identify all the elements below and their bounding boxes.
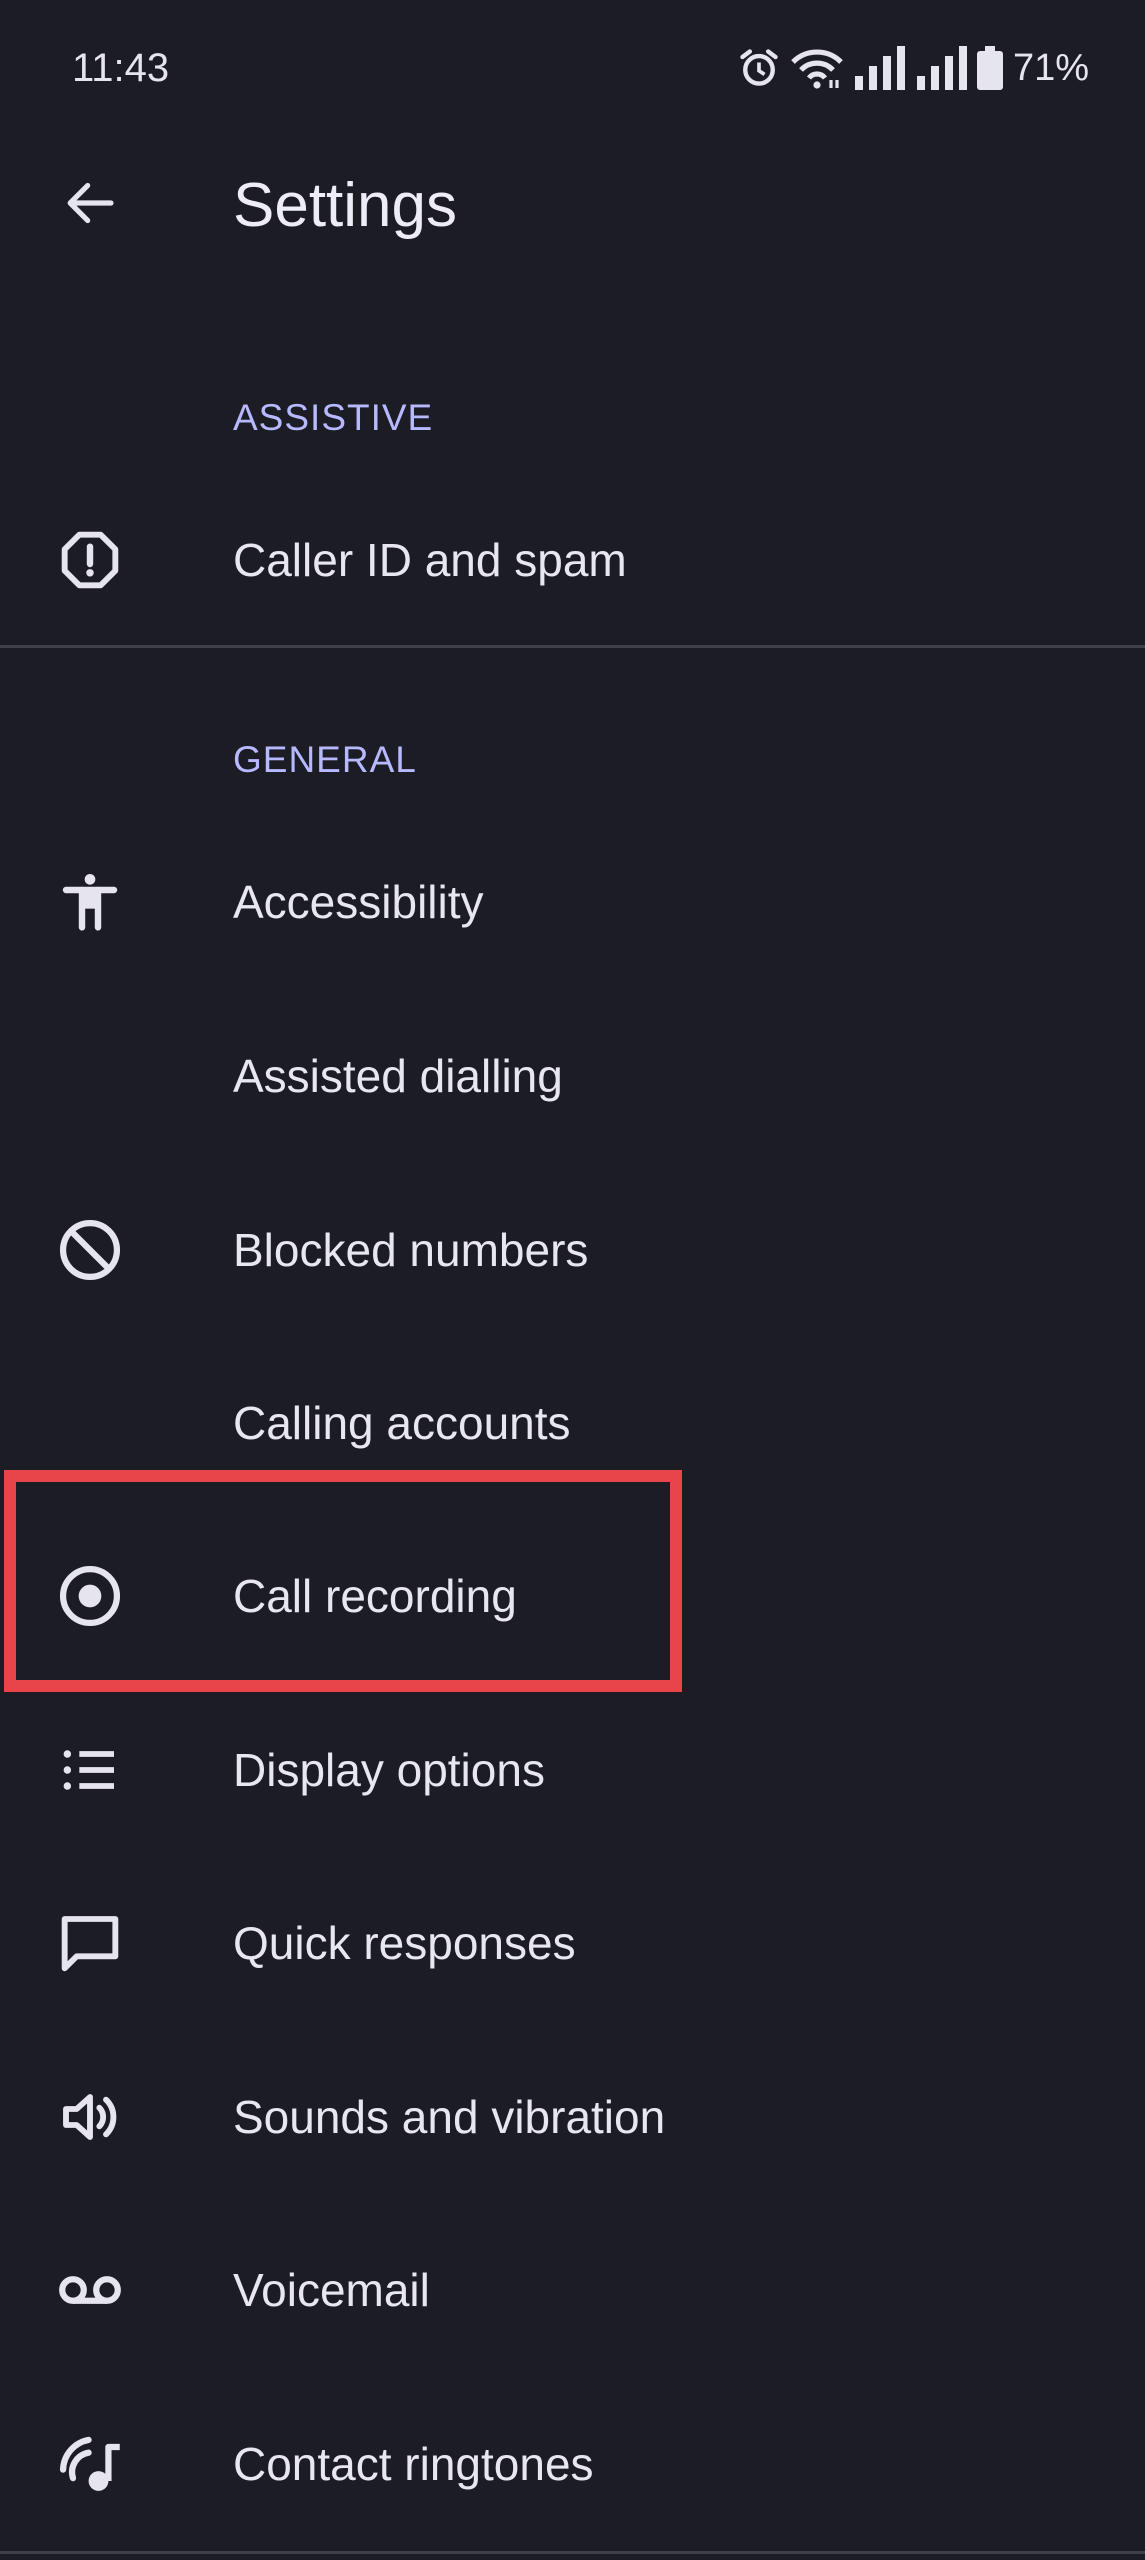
- section-header-assistive: ASSISTIVE: [233, 397, 434, 438]
- settings-item-label: Assisted dialling: [233, 1050, 563, 1102]
- signal-icon: [915, 46, 967, 90]
- ringtone-icon: [52, 2426, 128, 2502]
- settings-item-label: Caller ID and spam: [233, 534, 627, 586]
- alarm-icon: [737, 46, 781, 90]
- arrow-back-icon: [62, 175, 118, 236]
- settings-item-assisted-dialling[interactable]: Assisted dialling: [0, 989, 1145, 1163]
- bottom-divider: [0, 2551, 1145, 2554]
- battery-percent: 71%: [1012, 47, 1089, 89]
- status-bar: 11:43 71%: [0, 0, 1145, 140]
- settings-item-quick-responses[interactable]: Quick responses: [0, 1856, 1145, 2030]
- settings-item-accessibility[interactable]: Accessibility: [0, 815, 1145, 989]
- settings-item-label: Voicemail: [233, 2264, 430, 2316]
- block-icon: [52, 1212, 128, 1288]
- settings-item-label: Sounds and vibration: [233, 2091, 666, 2143]
- page-title: Settings: [233, 171, 458, 240]
- settings-item-label: Accessibility: [233, 876, 484, 928]
- list-icon: [52, 1732, 128, 1808]
- signal-icon: [853, 46, 905, 90]
- settings-item-label: Call recording: [233, 1570, 517, 1622]
- battery-icon: [976, 46, 1003, 90]
- chat-bubble-icon: [52, 1905, 128, 1981]
- section-divider: [0, 645, 1145, 648]
- settings-item-calling-accounts[interactable]: Calling accounts: [0, 1336, 1145, 1510]
- back-button[interactable]: [40, 160, 140, 250]
- settings-item-contact-ringtones[interactable]: Contact ringtones: [0, 2377, 1145, 2551]
- settings-item-sounds-and-vibration[interactable]: Sounds and vibration: [0, 2030, 1145, 2204]
- settings-item-display-options[interactable]: Display options: [0, 1683, 1145, 1857]
- accessibility-icon: [52, 864, 128, 940]
- wifi-icon: [791, 46, 843, 90]
- record-icon: [52, 1558, 128, 1634]
- settings-item-label: Quick responses: [233, 1917, 576, 1969]
- settings-item-call-recording[interactable]: Call recording: [0, 1509, 1145, 1683]
- section-header-general: GENERAL: [233, 739, 417, 780]
- settings-item-caller-id-and-spam[interactable]: Caller ID and spam: [0, 473, 1145, 647]
- report-octagon-icon: [52, 522, 128, 598]
- settings-item-label: Display options: [233, 1744, 545, 1796]
- status-icons: 71%: [737, 42, 1089, 94]
- settings-item-voicemail[interactable]: Voicemail: [0, 2203, 1145, 2377]
- settings-item-blocked-numbers[interactable]: Blocked numbers: [0, 1163, 1145, 1337]
- status-time: 11:43: [72, 46, 170, 90]
- volume-icon: [52, 2079, 128, 2155]
- settings-item-label: Blocked numbers: [233, 1224, 589, 1276]
- voicemail-icon: [52, 2252, 128, 2328]
- settings-item-label: Calling accounts: [233, 1397, 571, 1449]
- settings-item-label: Contact ringtones: [233, 2438, 594, 2490]
- app-bar: Settings: [0, 140, 1145, 270]
